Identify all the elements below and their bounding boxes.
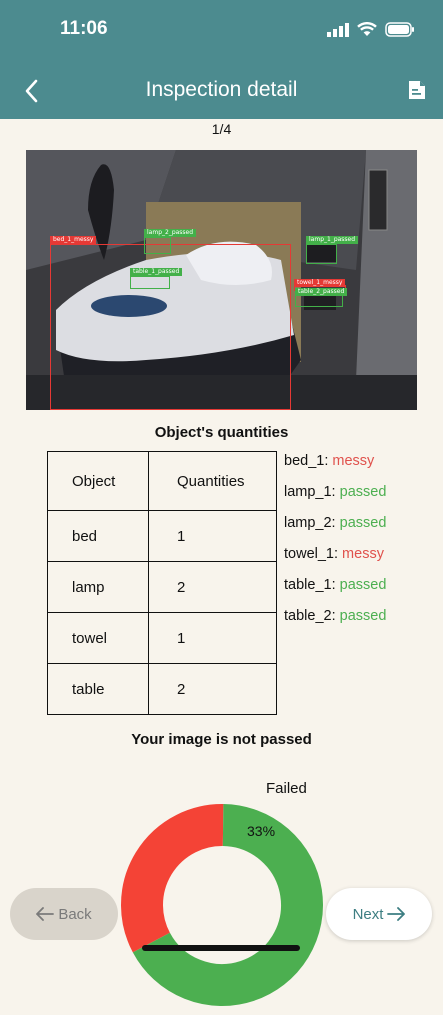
- detection-lamp-2: lamp_2_passed: [144, 229, 197, 254]
- table-row: lamp 2: [47, 561, 277, 613]
- next-button[interactable]: Next: [326, 888, 432, 940]
- cell-quantity: 2: [148, 561, 277, 613]
- list-item: lamp_1: passed: [284, 484, 386, 515]
- quantities-title: Object's quantities: [154, 424, 289, 441]
- header-quantities: Quantities: [148, 451, 277, 511]
- detection-label: table_2_passed: [295, 288, 348, 296]
- detection-label: lamp_2_passed: [144, 229, 197, 237]
- list-item: bed_1: messy: [284, 453, 386, 484]
- status-icons: [327, 22, 415, 37]
- cell-object: bed: [47, 510, 149, 562]
- app-header: 11:06 Inspection detail: [0, 0, 443, 119]
- object-name: table_2:: [284, 608, 336, 624]
- cell-quantity: 2: [148, 663, 277, 715]
- object-name: bed_1:: [284, 453, 329, 469]
- status-time: 11:06: [60, 18, 108, 39]
- result-message: Your image is not passed: [131, 731, 312, 748]
- table-header-row: Object Quantities: [47, 451, 277, 511]
- page-title: Inspection detail: [145, 78, 298, 101]
- detection-label: bed_1_messy: [50, 236, 97, 244]
- arrow-right-icon: [387, 907, 406, 921]
- detection-table-1: table_1_passed: [130, 268, 183, 289]
- cell-object: table: [47, 663, 149, 715]
- detection-label: lamp_1_passed: [306, 236, 359, 244]
- object-status: passed: [339, 608, 387, 624]
- wifi-icon: [357, 22, 377, 36]
- cell-quantity: 1: [148, 510, 277, 562]
- object-status: passed: [339, 484, 387, 500]
- object-status: messy: [332, 453, 375, 469]
- home-indicator: [142, 945, 300, 951]
- object-status: messy: [342, 546, 384, 562]
- object-status: passed: [339, 577, 387, 593]
- cell-object: towel: [47, 612, 149, 664]
- inspection-photo[interactable]: bed_1_messy lamp_2_passed lamp_1_passed …: [26, 150, 417, 410]
- object-name: table_1:: [284, 577, 336, 593]
- table-row: bed 1: [47, 510, 277, 562]
- object-status-list: bed_1: messy lamp_1: passed lamp_2: pass…: [284, 453, 386, 639]
- signal-icon: [327, 22, 349, 37]
- arrow-left-icon: [36, 907, 55, 921]
- object-name: lamp_2:: [284, 515, 336, 531]
- detection-lamp-1: lamp_1_passed: [306, 236, 359, 264]
- object-name: lamp_1:: [284, 484, 336, 500]
- battery-icon: [385, 22, 414, 37]
- table-row: towel 1: [47, 612, 277, 664]
- detection-label: towel_1_messy: [294, 279, 346, 287]
- next-button-label: Next: [352, 905, 384, 923]
- back-button-label: Back: [58, 905, 92, 923]
- failed-percentage-label: 33%: [247, 823, 276, 839]
- object-name: towel_1:: [284, 546, 339, 562]
- page-indicator: 1/4: [211, 121, 232, 137]
- header-object: Object: [47, 451, 149, 511]
- quantities-table: Object Quantities bed 1 lamp 2 towel 1 t…: [47, 451, 277, 715]
- result-donut-chart: [121, 804, 323, 1006]
- donut-slice-0: [121, 804, 224, 953]
- list-item: towel_1: messy: [284, 546, 386, 577]
- table-row: table 2: [47, 663, 277, 715]
- detection-table-2: table_2_passed: [295, 288, 348, 307]
- object-status: passed: [339, 515, 387, 531]
- document-button[interactable]: [406, 79, 428, 101]
- detection-label: table_1_passed: [130, 268, 183, 276]
- document-icon: [409, 81, 425, 99]
- list-item: lamp_2: passed: [284, 515, 386, 546]
- cell-quantity: 1: [148, 612, 277, 664]
- list-item: table_2: passed: [284, 608, 386, 639]
- list-item: table_1: passed: [284, 577, 386, 608]
- back-button[interactable]: Back: [10, 888, 118, 940]
- cell-object: lamp: [47, 561, 149, 613]
